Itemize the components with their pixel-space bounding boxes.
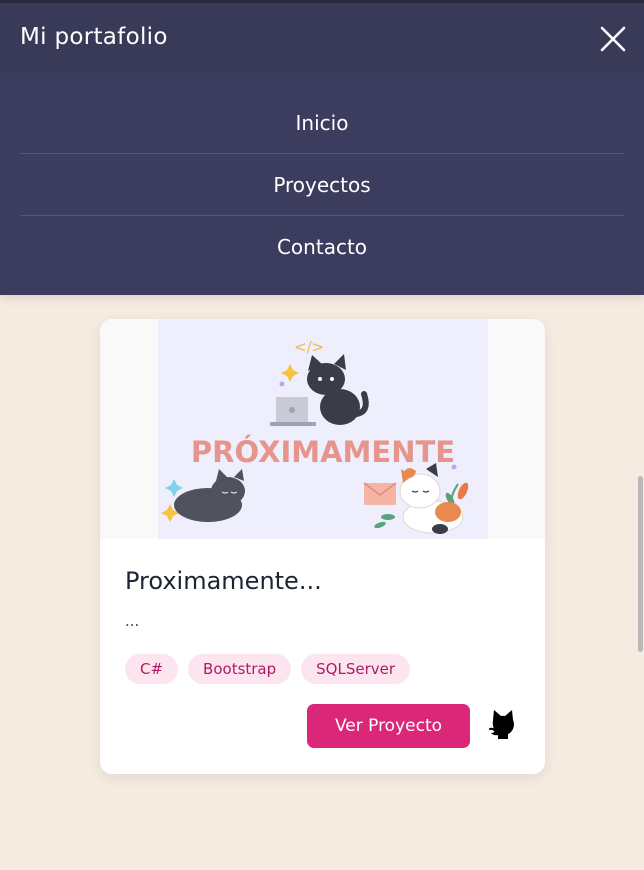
nav-link-contacto[interactable]: Contacto bbox=[20, 185, 624, 277]
nav-list: Inicio Proyectos Contacto bbox=[20, 92, 624, 277]
code-glyph: </> bbox=[294, 338, 324, 356]
close-menu-button[interactable] bbox=[598, 24, 628, 54]
tag-sqlserver: SQLServer bbox=[301, 654, 411, 684]
navbar: Mi portafolio bbox=[0, 3, 644, 73]
project-description: ... bbox=[125, 612, 140, 630]
project-image-frame: </> PRÓXIMAMENTE bbox=[100, 319, 545, 539]
mobile-nav-menu: Mi portafolio Inicio Proyectos Contacto bbox=[0, 3, 644, 295]
view-project-button[interactable]: Ver Proyecto bbox=[307, 704, 470, 748]
project-image: </> PRÓXIMAMENTE bbox=[158, 319, 488, 539]
tag-bootstrap: Bootstrap bbox=[188, 654, 292, 684]
tech-tags: C# Bootstrap SQLServer bbox=[125, 654, 411, 684]
github-icon bbox=[489, 710, 514, 739]
tag-csharp: C# bbox=[125, 654, 179, 684]
project-card: </> PRÓXIMAMENTE Proximamente... ... C# … bbox=[100, 319, 545, 774]
github-link[interactable] bbox=[485, 707, 521, 743]
project-title: Proximamente... bbox=[125, 567, 322, 595]
brand-title[interactable]: Mi portafolio bbox=[20, 24, 168, 50]
close-icon bbox=[600, 26, 626, 52]
coming-soon-text: PRÓXIMAMENTE bbox=[191, 435, 455, 469]
page-scrollbar[interactable] bbox=[638, 476, 643, 652]
